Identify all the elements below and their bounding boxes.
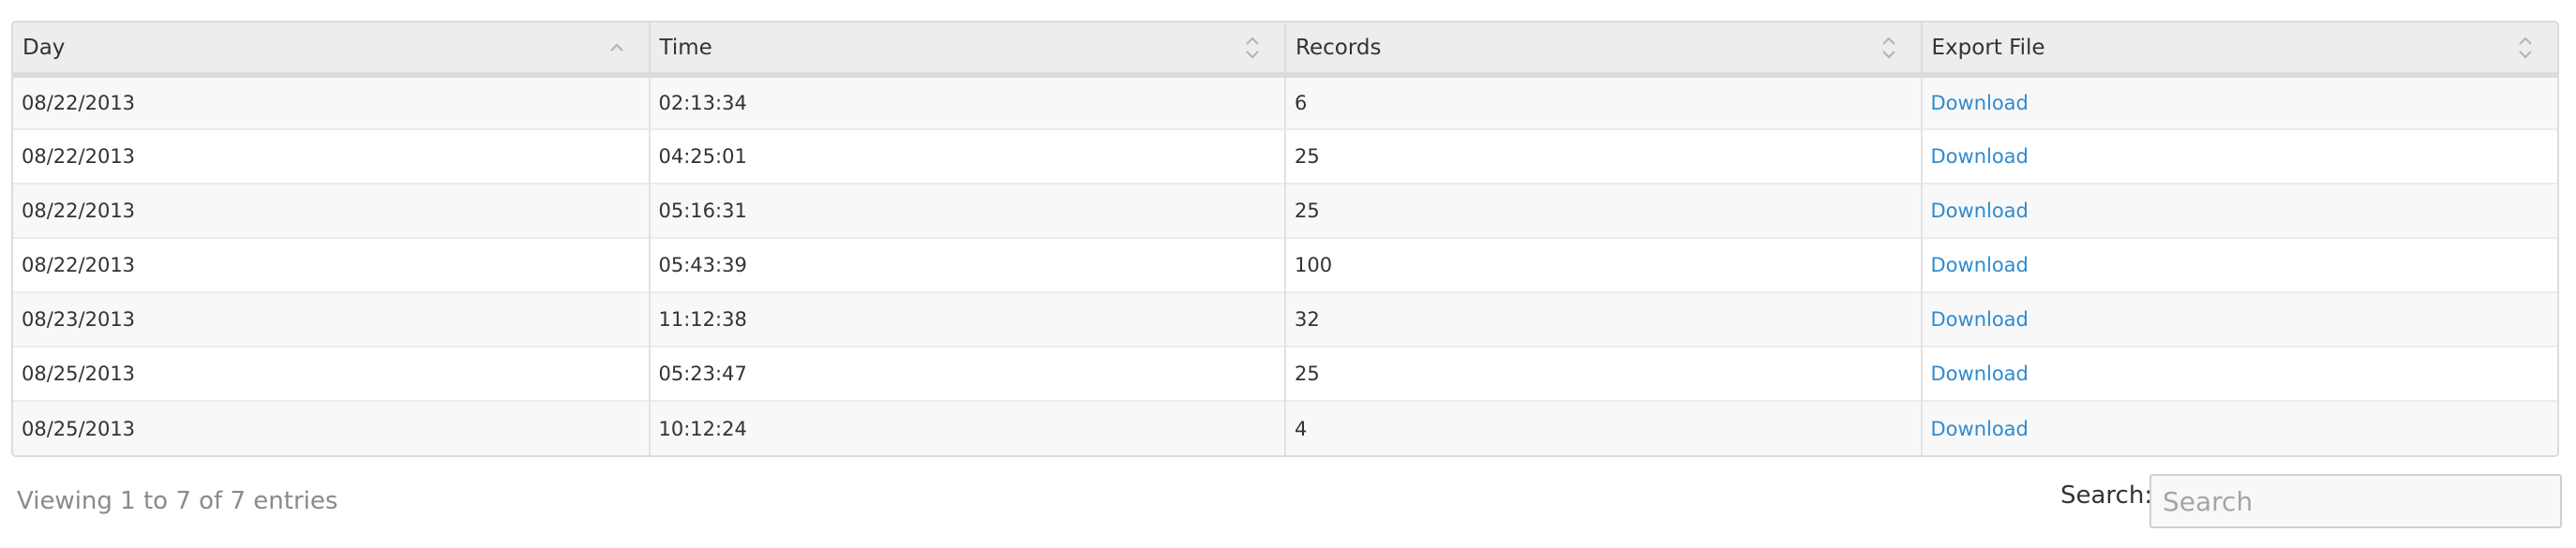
cell-time: 10:12:24 <box>649 400 1286 455</box>
exports-table: Day Time Records Export File 08/22/2013 … <box>13 22 2557 455</box>
cell-records: 32 <box>1285 291 1923 347</box>
cell-day: 08/25/2013 <box>13 400 651 455</box>
cell-records: 25 <box>1285 183 1923 238</box>
cell-export: Download <box>1921 183 2557 238</box>
cell-day: 08/22/2013 <box>13 128 651 184</box>
cell-day: 08/25/2013 <box>13 346 651 401</box>
cell-time: 05:23:47 <box>649 346 1286 401</box>
cell-time: 05:16:31 <box>649 183 1286 238</box>
download-link[interactable]: Download <box>1931 418 2029 440</box>
search-label: Search: <box>2060 481 2153 510</box>
column-header-time[interactable]: Time <box>649 22 1286 78</box>
download-link[interactable]: Download <box>1931 254 2029 276</box>
download-link[interactable]: Download <box>1931 200 2029 222</box>
table-row: 08/25/2013 05:23:47 25 Download <box>13 346 2557 401</box>
table-body: 08/22/2013 02:13:34 6 Download 08/22/201… <box>13 75 2557 455</box>
table-row: 08/22/2013 02:13:34 6 Download <box>13 75 2557 129</box>
cell-export: Download <box>1921 346 2557 401</box>
column-header-records[interactable]: Records <box>1285 22 1923 78</box>
table-row: 08/23/2013 11:12:38 32 Download <box>13 291 2557 347</box>
table-row: 08/22/2013 04:25:01 25 Download <box>13 128 2557 184</box>
table-info-text: Viewing 1 to 7 of 7 entries <box>17 487 338 515</box>
table-row: 08/22/2013 05:43:39 100 Download <box>13 237 2557 292</box>
column-label: Export File <box>1931 35 2045 60</box>
cell-records: 100 <box>1285 237 1923 292</box>
cell-day: 08/22/2013 <box>13 75 651 129</box>
cell-export: Download <box>1921 291 2557 347</box>
cell-time: 02:13:34 <box>649 75 1286 129</box>
cell-records: 25 <box>1285 128 1923 184</box>
cell-records: 4 <box>1285 400 1923 455</box>
download-link[interactable]: Download <box>1931 145 2029 168</box>
column-header-day[interactable]: Day <box>13 22 651 78</box>
cell-day: 08/23/2013 <box>13 291 651 347</box>
column-header-export-file[interactable]: Export File <box>1921 22 2557 78</box>
table-row: 08/25/2013 10:12:24 4 Download <box>13 400 2557 455</box>
cell-time: 05:43:39 <box>649 237 1286 292</box>
sort-both-icon[interactable] <box>1880 34 1898 62</box>
cell-records: 6 <box>1285 75 1923 129</box>
cell-export: Download <box>1921 75 2557 129</box>
sort-up-icon[interactable] <box>607 34 626 62</box>
search-input[interactable] <box>2149 474 2562 528</box>
cell-export: Download <box>1921 128 2557 184</box>
sort-both-icon[interactable] <box>2516 34 2535 62</box>
column-label: Time <box>659 35 712 60</box>
cell-day: 08/22/2013 <box>13 183 651 238</box>
download-link[interactable]: Download <box>1931 92 2029 114</box>
download-link[interactable]: Download <box>1931 308 2029 331</box>
data-table-container: Day Time Records Export File 08/22/2013 … <box>11 21 2559 457</box>
column-label: Day <box>22 35 66 60</box>
cell-records: 25 <box>1285 346 1923 401</box>
column-label: Records <box>1295 35 1382 60</box>
cell-day: 08/22/2013 <box>13 237 651 292</box>
table-header-row: Day Time Records Export File <box>13 22 2557 78</box>
cell-export: Download <box>1921 400 2557 455</box>
table-row: 08/22/2013 05:16:31 25 Download <box>13 183 2557 238</box>
cell-export: Download <box>1921 237 2557 292</box>
sort-both-icon[interactable] <box>1243 34 1262 62</box>
cell-time: 11:12:38 <box>649 291 1286 347</box>
cell-time: 04:25:01 <box>649 128 1286 184</box>
download-link[interactable]: Download <box>1931 363 2029 385</box>
